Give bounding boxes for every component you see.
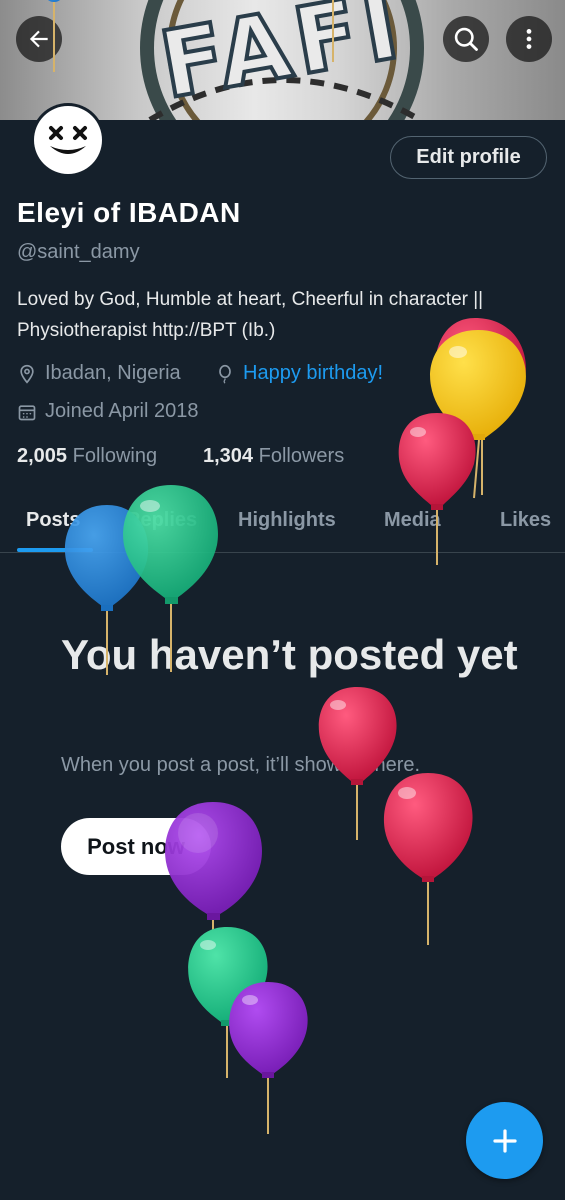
balloon-red-lower bbox=[383, 773, 473, 945]
display-name: Eleyi of IBADAN bbox=[17, 197, 241, 228]
empty-state-subtitle: When you post a post, it’ll show up here… bbox=[61, 754, 421, 776]
following-count: 2,005 bbox=[17, 445, 68, 467]
birthday-row[interactable]: Happy birthday! bbox=[215, 362, 383, 385]
following-link[interactable]: 2,005 Following bbox=[17, 445, 157, 468]
location-text: Ibadan, Nigeria bbox=[45, 362, 181, 384]
profile-banner: FAFI bbox=[0, 0, 565, 120]
joined-row: Joined April 2018 bbox=[17, 400, 198, 423]
smiley-face-icon bbox=[49, 126, 87, 154]
search-icon bbox=[454, 27, 478, 51]
bio-text: Loved by God, Humble at heart, Cheerful … bbox=[17, 289, 484, 341]
back-button[interactable] bbox=[16, 16, 62, 62]
followers-link[interactable]: 1,304 Followers bbox=[203, 445, 344, 468]
balloon-icon bbox=[219, 364, 231, 384]
birthday-text[interactable]: Happy birthday! bbox=[243, 362, 383, 385]
user-handle: @saint_damy bbox=[17, 241, 140, 263]
tab-posts[interactable]: Posts bbox=[26, 509, 80, 532]
location-row: Ibadan, Nigeria bbox=[17, 362, 181, 385]
plus-icon bbox=[492, 1128, 517, 1153]
avatar-image bbox=[34, 106, 102, 174]
location-pin-icon bbox=[20, 364, 34, 384]
followers-count: 1,304 bbox=[203, 445, 254, 467]
tab-highlights[interactable]: Highlights bbox=[238, 509, 336, 532]
balloon-yellow bbox=[430, 330, 526, 499]
profile-avatar[interactable] bbox=[31, 103, 105, 177]
following-label: Following bbox=[72, 445, 158, 467]
tabs-divider bbox=[0, 552, 565, 553]
compose-post-button[interactable] bbox=[466, 1102, 543, 1179]
followers-label: Followers bbox=[258, 445, 345, 467]
calendar-icon bbox=[18, 404, 36, 420]
search-button[interactable] bbox=[443, 16, 489, 62]
tab-media[interactable]: Media bbox=[384, 509, 441, 532]
more-options-button[interactable] bbox=[506, 16, 552, 62]
tab-replies[interactable]: Replies bbox=[126, 509, 197, 532]
more-vertical-icon bbox=[526, 29, 532, 49]
balloon-red-right-top bbox=[398, 413, 476, 565]
edit-profile-button[interactable]: Edit profile bbox=[390, 136, 547, 179]
balloon-purple-lower bbox=[229, 982, 308, 1134]
tab-likes[interactable]: Likes bbox=[500, 509, 551, 532]
joined-text: Joined April 2018 bbox=[45, 400, 199, 422]
birthday-balloons-animation bbox=[48, 0, 526, 1134]
empty-state-title: You haven’t posted yet bbox=[61, 631, 518, 678]
post-now-button[interactable]: Post now bbox=[61, 818, 211, 875]
balloon-green-lower bbox=[188, 927, 268, 1078]
arrow-left-icon bbox=[29, 30, 48, 48]
